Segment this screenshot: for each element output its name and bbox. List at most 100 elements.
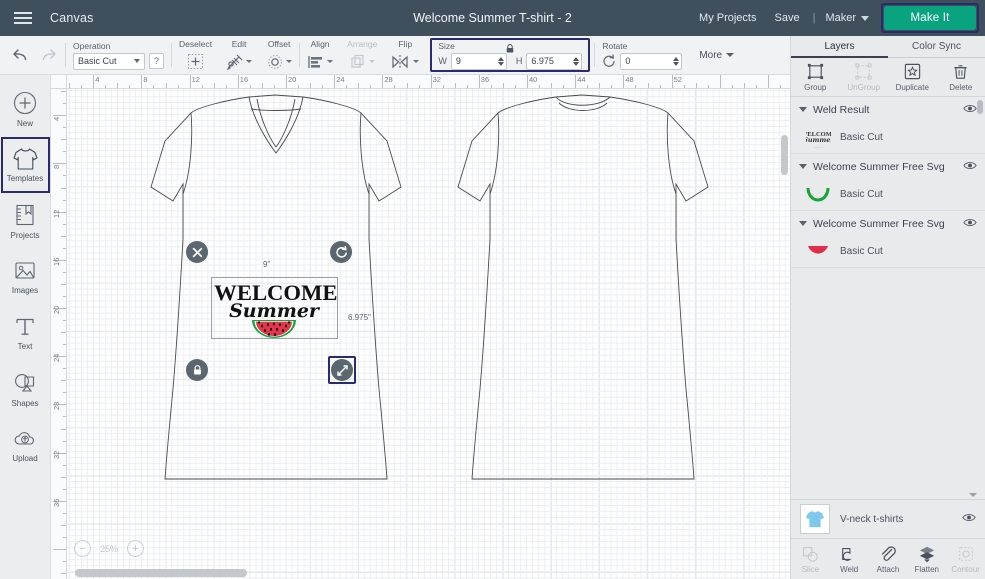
arrange-button[interactable]: Arrange xyxy=(340,36,384,74)
more-menu-button[interactable]: More xyxy=(689,36,744,74)
chevron-down-icon[interactable] xyxy=(799,164,807,169)
rotate-input[interactable] xyxy=(625,56,673,66)
sidebar-item-text[interactable]: Text xyxy=(1,305,50,361)
lock-aspect-handle[interactable] xyxy=(186,359,208,381)
sidebar-item-new[interactable]: New xyxy=(1,81,50,137)
machine-selector[interactable]: Maker xyxy=(819,12,877,24)
ruler-tick xyxy=(53,549,66,550)
align-label: Align xyxy=(311,39,330,49)
canvas-horizontal-scrollbar[interactable] xyxy=(75,569,247,577)
right-panel: Layers Color Sync Group UnGroup Duplicat… xyxy=(790,36,985,579)
undo-arrow-icon[interactable] xyxy=(12,48,29,63)
resize-selection-handle[interactable] xyxy=(331,359,353,381)
layers-collapse-caret[interactable] xyxy=(791,490,985,499)
ruler-tick xyxy=(455,83,456,88)
align-button[interactable]: Align xyxy=(300,36,340,74)
slice-icon xyxy=(801,545,819,563)
my-projects-link[interactable]: My Projects xyxy=(690,12,765,24)
delete-button[interactable]: Delete xyxy=(937,58,985,96)
ruler-tick xyxy=(69,83,70,88)
plus-circle-icon xyxy=(12,90,38,116)
weld-icon xyxy=(840,545,858,563)
make-it-button[interactable]: Make It xyxy=(884,6,976,30)
tab-color-sync[interactable]: Color Sync xyxy=(888,36,985,58)
layer-group-header[interactable]: Weld Result xyxy=(791,97,985,122)
attach-button[interactable]: Attach xyxy=(869,539,908,579)
flatten-button[interactable]: Flatten xyxy=(907,539,946,579)
layer-row[interactable]: Basic Cut xyxy=(791,179,985,210)
sidebar-item-images[interactable]: Images xyxy=(1,249,50,305)
tshirt-back-outline xyxy=(458,95,708,479)
contour-button[interactable]: Contour xyxy=(946,539,985,579)
height-field[interactable] xyxy=(526,53,582,70)
layer-operation-label: Basic Cut xyxy=(840,132,883,143)
tab-layers[interactable]: Layers xyxy=(791,36,888,58)
book-icon xyxy=(12,202,38,228)
layers-scrollbar-thumb[interactable] xyxy=(977,100,983,114)
aspect-lock-icon[interactable] xyxy=(505,41,516,59)
ungroup-button[interactable]: UnGroup xyxy=(840,58,889,96)
plus-circle-icon[interactable]: + xyxy=(127,540,144,557)
ruler-label: 28 xyxy=(52,402,61,410)
ruler-tick xyxy=(515,85,516,88)
save-button[interactable]: Save xyxy=(766,12,809,24)
width-letter: W xyxy=(438,56,447,66)
ruler-label: 8 xyxy=(52,165,61,169)
eye-icon[interactable] xyxy=(963,215,977,233)
vertical-ruler[interactable]: 4812162024283236 xyxy=(51,89,67,579)
edit-button[interactable]: Edit xyxy=(219,36,259,74)
artwork-welcome-summer[interactable]: WELCOME Summer xyxy=(212,278,337,338)
ruler-label: 32 xyxy=(52,450,61,458)
layer-row[interactable]: WELCOMESummer Basic Cut xyxy=(791,122,985,153)
layer-group-header[interactable]: Welcome Summer Free Svg xyxy=(791,154,985,179)
width-stepper[interactable] xyxy=(498,57,504,66)
eye-icon[interactable] xyxy=(963,101,977,119)
ruler-tick xyxy=(166,83,167,88)
operation-select[interactable]: Basic Cut xyxy=(73,53,145,70)
ruler-tick xyxy=(431,75,432,88)
flip-button[interactable]: Flip xyxy=(384,36,426,74)
rotate-selection-handle[interactable] xyxy=(330,241,352,263)
ruler-tick xyxy=(81,85,82,88)
design-canvas[interactable]: WELCOME Summer xyxy=(51,75,790,579)
slice-button[interactable]: Slice xyxy=(791,539,830,579)
size-panel-highlight: Size W H xyxy=(430,38,590,72)
canvas-vertical-scrollbar[interactable] xyxy=(781,135,788,175)
duplicate-button[interactable]: Duplicate xyxy=(888,58,937,96)
eye-icon[interactable] xyxy=(962,510,976,528)
layer-group-header[interactable]: Welcome Summer Free Svg xyxy=(791,211,985,236)
layer-row[interactable]: Basic Cut xyxy=(791,236,985,267)
height-stepper[interactable] xyxy=(573,57,579,66)
rotate-field[interactable] xyxy=(620,53,682,70)
svg-text:Summer: Summer xyxy=(806,136,831,144)
sidebar-item-upload[interactable]: Upload xyxy=(1,417,50,473)
redo-arrow-icon[interactable] xyxy=(40,48,57,63)
deselect-button[interactable]: Deselect xyxy=(172,36,219,74)
sidebar-item-templates[interactable]: Templates xyxy=(1,137,50,193)
operation-help-button[interactable]: ? xyxy=(149,53,164,69)
eye-icon[interactable] xyxy=(963,158,977,176)
group-button[interactable]: Group xyxy=(791,58,840,96)
weld-button[interactable]: Weld xyxy=(830,539,869,579)
sidebar-item-projects[interactable]: Projects xyxy=(1,193,50,249)
hamburger-menu-icon[interactable] xyxy=(0,12,46,24)
align-icon xyxy=(307,52,333,71)
operation-group: Operation Basic Cut ? xyxy=(66,36,171,74)
offset-button[interactable]: Offset xyxy=(259,36,299,74)
minus-circle-icon[interactable]: − xyxy=(74,540,91,557)
trash-icon xyxy=(951,62,970,81)
delete-selection-handle[interactable] xyxy=(186,241,208,263)
template-layer-row[interactable]: V-neck t-shirts xyxy=(791,499,985,539)
red-melon-flesh-thumb xyxy=(805,241,831,263)
chevron-down-icon[interactable] xyxy=(799,107,807,112)
sidebar-item-shapes[interactable]: Shapes xyxy=(1,361,50,417)
height-input[interactable] xyxy=(531,56,573,66)
chevron-down-icon[interactable] xyxy=(799,221,807,226)
layers-list[interactable]: Weld Result WELCOMESummer Basic Cut Welc… xyxy=(791,97,985,490)
rotate-stepper[interactable] xyxy=(673,57,679,66)
width-field[interactable] xyxy=(451,53,507,70)
horizontal-ruler[interactable]: 481216202428323640444852 xyxy=(67,75,790,89)
width-input[interactable] xyxy=(456,56,498,66)
selection-width-dimension: 9" xyxy=(263,260,270,269)
ruler-tick xyxy=(61,91,66,92)
